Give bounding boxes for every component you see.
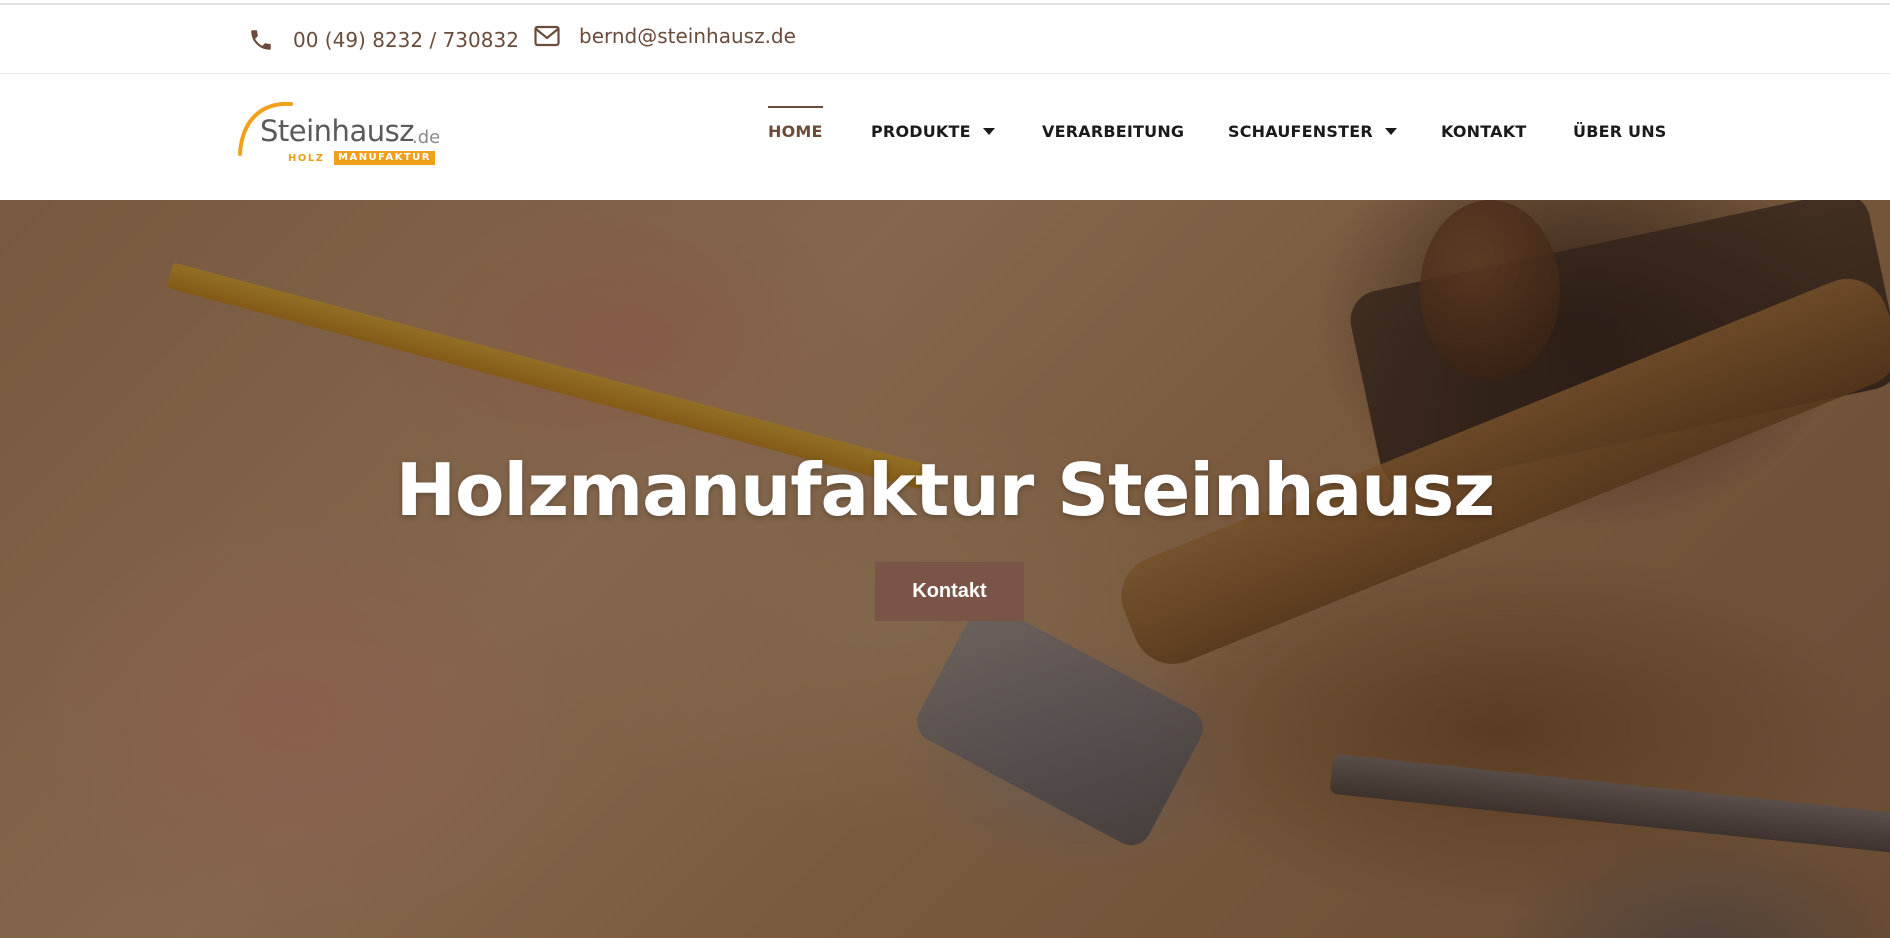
nav-schaufenster[interactable]: SCHAUFENSTER [1228, 122, 1397, 141]
nav-produkte-label: PRODUKTE [871, 122, 971, 141]
logo-tld: .de [412, 127, 441, 148]
envelope-icon [533, 22, 561, 50]
site-logo[interactable]: Steinhausz .de HOLZ MANUFAKTUR [236, 98, 451, 168]
logo-name: Steinhausz [260, 114, 414, 148]
phone-number[interactable]: 00 (49) 8232 / 730832 [293, 28, 519, 52]
hero-title: Holzmanufaktur Steinhausz [395, 448, 1495, 532]
nav-verarbeitung-label: VERARBEITUNG [1042, 122, 1185, 141]
logo-manufaktur: MANUFAKTUR [334, 151, 435, 165]
nav-schaufenster-label: SCHAUFENSTER [1228, 122, 1373, 141]
kontakt-button[interactable]: Kontakt [875, 562, 1024, 621]
nav-kontakt[interactable]: KONTAKT [1441, 122, 1526, 141]
phone-icon [247, 26, 275, 54]
caret-down-icon [982, 128, 995, 135]
email-contact[interactable]: bernd@steinhausz.de [533, 1, 796, 70]
hero-section: Holzmanufaktur Steinhausz Kontakt [0, 200, 1890, 938]
contact-bar: 00 (49) 8232 / 730832 bernd@steinhausz.d… [0, 5, 1890, 74]
nav-kontakt-label: KONTAKT [1441, 122, 1527, 141]
nav-verarbeitung[interactable]: VERARBEITUNG [1042, 122, 1184, 141]
nav-ueber-uns-label: ÜBER UNS [1573, 122, 1667, 141]
logo-holz: HOLZ [288, 153, 325, 164]
nav-home[interactable]: HOME [768, 106, 823, 141]
site-header: Steinhausz .de HOLZ MANUFAKTUR HOME PROD… [0, 74, 1890, 200]
nav-ueber-uns[interactable]: ÜBER UNS [1573, 122, 1667, 141]
email-address[interactable]: bernd@steinhausz.de [579, 24, 796, 48]
nav-produkte[interactable]: PRODUKTE [871, 122, 995, 141]
phone-contact[interactable]: 00 (49) 8232 / 730832 [247, 5, 519, 74]
caret-down-icon [1384, 128, 1397, 135]
nav-home-label: HOME [768, 122, 823, 141]
